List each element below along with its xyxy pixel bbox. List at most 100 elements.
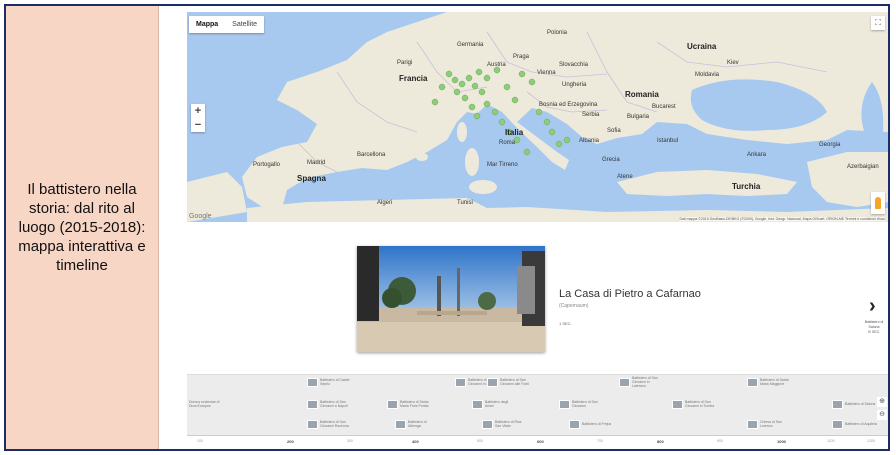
marker: [453, 88, 461, 96]
marker: [548, 128, 556, 136]
timeline-event[interactable]: Battistero di Albenga: [395, 419, 440, 429]
map-label: Romania: [625, 90, 659, 99]
marker: [473, 112, 481, 120]
timeline-event[interactable]: Battistero di Santa Maria Foris Portas: [387, 399, 432, 409]
map-label: Ankara: [747, 152, 767, 158]
fullscreen-icon[interactable]: ⛶: [871, 16, 885, 30]
axis-tick: 900: [717, 439, 723, 443]
marker: [471, 82, 479, 90]
marker: [461, 94, 469, 102]
timeline[interactable]: Battistero di Castel Seprio Battistero d…: [187, 374, 888, 449]
map-attribution[interactable]: Dati mappa ©2019 GeoBasis-DE/BKG (©2009)…: [679, 217, 885, 221]
map-label: Sofia: [607, 128, 621, 134]
timeline-event[interactable]: Battistero degli Ariani: [472, 399, 517, 409]
map-label: Serbia: [582, 112, 600, 118]
marker: [528, 78, 536, 86]
timeline-event[interactable]: Battistero di Frejus: [569, 419, 614, 429]
slide-subtitle: (Capernaum): [559, 303, 589, 309]
zoom-out-button[interactable]: −: [191, 118, 205, 132]
slide-photo: [357, 246, 545, 352]
map-label: Vienna: [537, 70, 556, 76]
map-label: Moldavia: [695, 72, 720, 78]
timeline-event[interactable]: Battistero di Castel Seprio: [307, 377, 352, 387]
timeline-event[interactable]: Battistero di Aquileia: [832, 419, 877, 429]
timeline-event[interactable]: Battistero di San Giovanni in Tumba: [672, 399, 717, 409]
map-label: Bulgaria: [627, 114, 650, 120]
marker: [431, 98, 439, 106]
tab-mappa[interactable]: Mappa: [189, 16, 225, 33]
map-label: Austria: [487, 62, 506, 68]
zoom-in-button[interactable]: +: [191, 104, 205, 118]
zoom-out-icon[interactable]: ⊖: [877, 410, 887, 420]
axis-tick: 1100: [827, 439, 835, 443]
map-label: Italia: [505, 128, 524, 137]
map-label: Tunisi: [457, 200, 473, 206]
timeline-event[interactable]: Battistero di Riva San Vitale: [482, 419, 527, 429]
map-label: Praga: [513, 54, 530, 60]
map-label: Germania: [457, 42, 484, 48]
marker: [523, 148, 531, 156]
map-label: Azerbaigian: [847, 164, 879, 170]
zoom-in-icon[interactable]: ⊕: [877, 397, 887, 407]
map-label: Ucraina: [687, 42, 717, 51]
event-thumbnail: [472, 399, 483, 409]
marker: [451, 76, 459, 84]
axis-tick: 300: [347, 439, 353, 443]
event-thumbnail: [482, 419, 493, 429]
next-slide-preview[interactable]: Battistero di Salona IV SEC.: [859, 320, 888, 335]
marker: [483, 74, 491, 82]
map-label: Portogallo: [253, 162, 281, 168]
marker: [563, 136, 571, 144]
marker: [483, 100, 491, 108]
timeline-event[interactable]: Battistero di San Giovanni Ravenna: [307, 419, 352, 429]
timeline-event[interactable]: Battistero di San Giovanni a Napoli: [307, 399, 352, 409]
story-slide: La Casa di Pietro a Cafarnao (Capernaum)…: [187, 224, 888, 372]
marker: [498, 118, 506, 126]
google-logo: Google: [189, 213, 212, 220]
timeline-event[interactable]: Domus ecclesiae di Dura Europos: [189, 399, 221, 409]
map-label: Francia: [399, 74, 428, 83]
marker: [503, 83, 511, 91]
timeline-event[interactable]: Battistero di Santa Maria Maggiore: [747, 377, 792, 387]
timeline-event[interactable]: Battistero di Salona: [832, 399, 877, 409]
axis-tick: 600: [537, 439, 544, 444]
zoom-control: + −: [191, 104, 205, 132]
event-thumbnail: [619, 377, 630, 387]
event-thumbnail: [307, 419, 318, 429]
timeline-axis: 100 200 300 400 500 600 700 800 900 1000…: [187, 435, 888, 449]
map-label: Roma: [499, 140, 516, 146]
event-thumbnail: [569, 419, 580, 429]
next-slide-title: Battistero di Salona: [864, 320, 884, 329]
marker: [468, 103, 476, 111]
map-label: Mar Tirreno: [487, 162, 518, 168]
axis-tick: 200: [287, 439, 294, 444]
map-label: Istanbul: [657, 138, 679, 144]
map-label: Ungheria: [562, 82, 587, 88]
map[interactable]: Francia Italia Spagna Romania Ucraina Tu…: [187, 12, 888, 222]
marker: [445, 70, 453, 78]
next-arrow-icon[interactable]: ›: [869, 296, 876, 316]
timeline-event[interactable]: Battistero di San Giovanni in Laterano: [619, 376, 664, 388]
timeline-event[interactable]: Battistero di San Giovanni: [559, 399, 604, 409]
marker: [458, 80, 466, 88]
timeline-event[interactable]: Battistero di San Giovanni alle Fonti: [487, 377, 532, 387]
event-thumbnail: [455, 377, 466, 387]
axis-tick: 700: [597, 439, 603, 443]
island: [457, 122, 467, 142]
map-label: Georgia: [819, 142, 841, 148]
axis-tick: 500: [477, 439, 483, 443]
event-thumbnail: [387, 399, 398, 409]
map-type-control: Mappa Satellite: [189, 16, 265, 33]
timeline-event[interactable]: Chiesa di San Lorenzo: [747, 419, 792, 429]
marker: [438, 83, 446, 91]
event-thumbnail: [395, 419, 406, 429]
map-label: Atene: [617, 174, 633, 180]
event-thumbnail: [559, 399, 570, 409]
pegman-icon[interactable]: [871, 192, 885, 214]
axis-tick: 1000: [777, 439, 786, 444]
map-label: Parigi: [397, 60, 413, 66]
tab-satellite[interactable]: Satellite: [225, 16, 264, 33]
marker: [478, 88, 486, 96]
slide-caption: Il battistero nella storia: dal rito al …: [18, 181, 146, 274]
map-label: Grecia: [602, 157, 620, 163]
